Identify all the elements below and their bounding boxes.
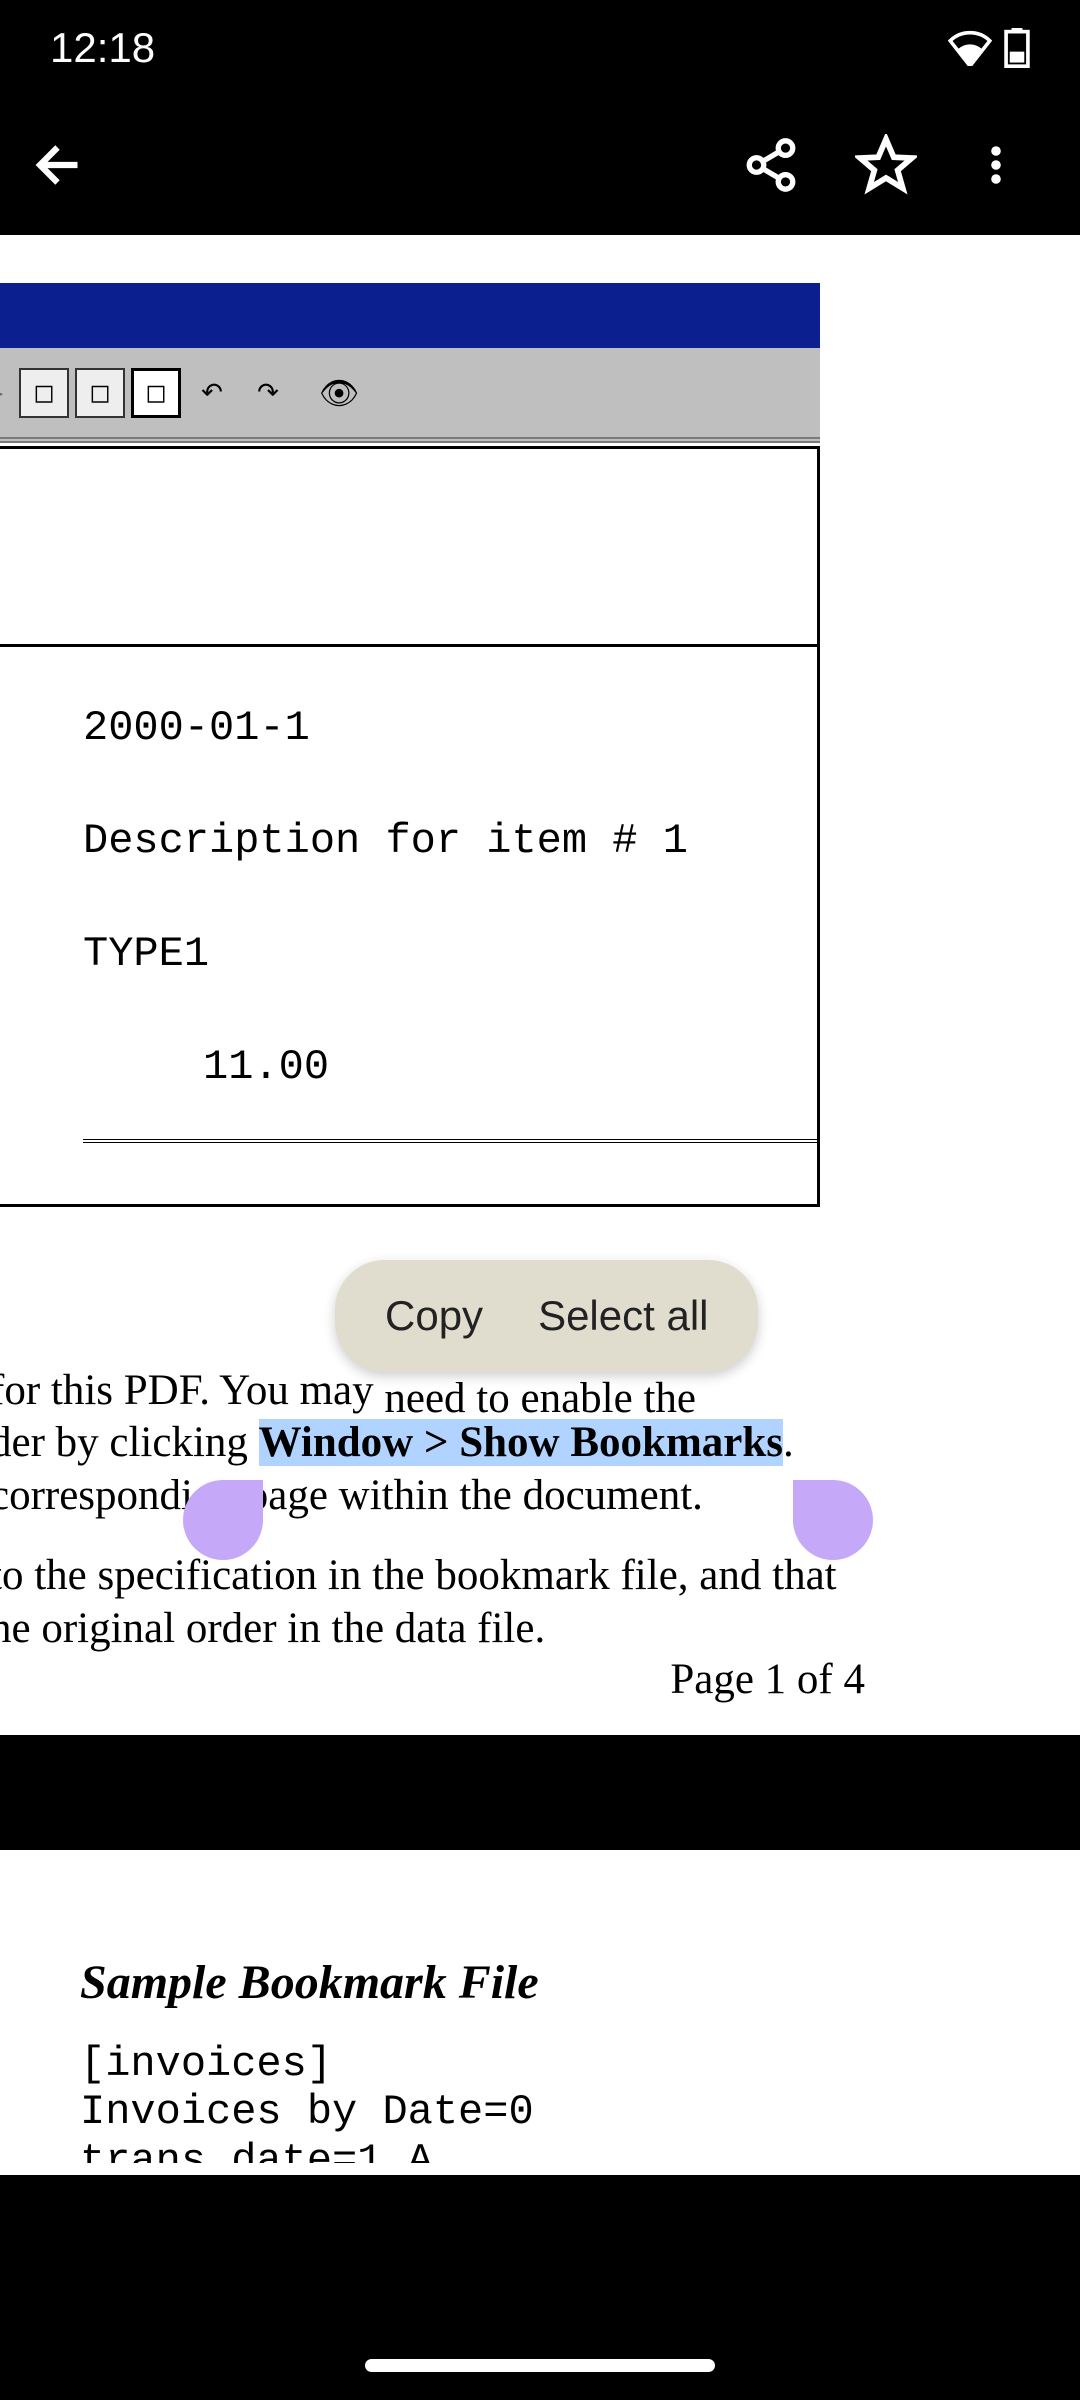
text-context-menu: Copy Select all [335,1260,758,1372]
page-gap [0,1735,1080,1850]
code-line: Invoices by Date=0 [80,2088,1000,2136]
pdf-toolbar: ▶ ◻ ◻ ◻ ↶ ↷ 👁 [0,348,820,443]
toolbar-page-icon: ◻ [131,368,181,418]
app-bar [0,95,1080,235]
gesture-bar[interactable] [365,2359,715,2372]
toolbar-page-icon: ◻ [75,368,125,418]
more-icon[interactable] [972,136,1020,194]
back-icon[interactable] [30,135,90,195]
toolbar-rotate-right-icon: ↷ [243,368,293,418]
battery-icon [1004,28,1030,68]
cell-amount: 11.00 [203,1036,329,1099]
status-time: 12:18 [50,24,155,72]
wifi-icon [948,30,992,66]
cell-description: Description for item # 1 [83,810,688,873]
cell-date: 2000-01-1 [83,697,310,760]
data-table: 2000-01-1 ionDescription for item # 1 TY… [0,446,820,1207]
page-indicator: Page 1 of 4 [670,1655,865,1704]
selected-text: Window > Show Bookmarks [259,1419,783,1466]
document-page-2[interactable]: Sample Bookmark File [invoices] Invoices… [0,1850,1080,2175]
status-bar: 12:18 [0,0,1080,95]
document-page: ▶ ◻ ◻ ◻ ↶ ↷ 👁 2000-01-1 ionDescription f… [0,283,820,1207]
section-title: Sample Bookmark File [80,1955,1000,2010]
cell-type: TYPE1 [83,923,209,986]
chevron-right-icon: ▶ [0,375,3,410]
selection-handle-start[interactable] [183,1480,263,1560]
window-titlebar [0,283,820,348]
status-icons [948,28,1030,68]
toolbar-page-icon: ◻ [19,368,69,418]
binoculars-icon: 👁 [314,368,364,418]
selection-handle-end[interactable] [793,1480,873,1560]
code-line: trans_date=1,A [80,2137,1000,2163]
select-all-button[interactable]: Select all [538,1292,708,1340]
star-icon[interactable] [855,134,917,196]
document-viewport[interactable]: ▶ ◻ ◻ ◻ ↶ ↷ 👁 2000-01-1 ionDescription f… [0,235,1080,1735]
code-line: [invoices] [80,2040,1000,2088]
copy-button[interactable]: Copy [385,1292,483,1340]
toolbar-rotate-left-icon: ↶ [187,368,237,418]
document-body-text[interactable]: for this PDF. You may need to enable the… [0,1365,860,1655]
share-icon[interactable] [742,136,800,194]
